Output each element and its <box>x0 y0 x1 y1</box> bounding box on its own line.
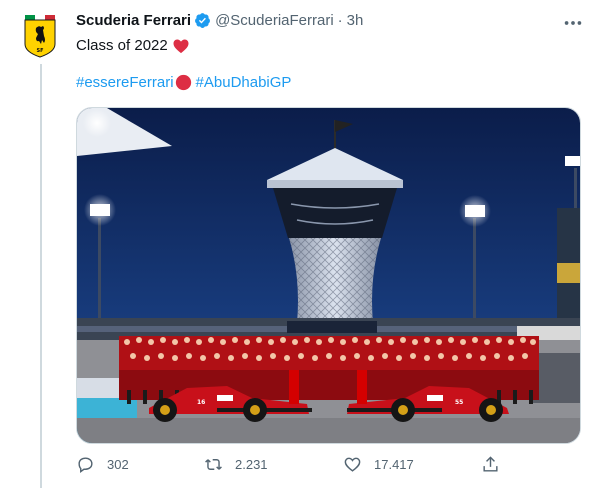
hashtags: #essereFerrari #AbuDhabiGP <box>76 74 291 91</box>
retweet-icon <box>205 459 222 470</box>
tweet-header: Scuderia Ferrari @ScuderiaFerrari · 3h <box>76 12 363 29</box>
tweet-body: Class of 2022 <box>76 37 168 54</box>
like-button[interactable]: 17.417 <box>343 455 414 474</box>
hashtag-essereferrari[interactable]: #essereFerrari <box>76 74 174 91</box>
retweet-button[interactable]: 2.231 <box>204 455 268 474</box>
share-icon <box>483 456 498 472</box>
team-photo-illustration: 16 55 <box>77 108 580 443</box>
separator-dot: · <box>337 12 343 29</box>
hashtag-abudhabigp[interactable]: #AbuDhabiGP <box>196 74 292 91</box>
verified-badge-icon <box>195 13 210 28</box>
reply-count: 302 <box>107 457 129 472</box>
retweet-count: 2.231 <box>235 457 268 472</box>
ferrari-shield-icon: SF <box>24 15 56 58</box>
tweet-photo[interactable]: 16 55 <box>76 107 581 444</box>
reply-icon <box>78 457 93 474</box>
more-options-icon[interactable] <box>562 12 584 34</box>
timestamp[interactable]: 3h <box>347 12 364 29</box>
red-circle-icon <box>175 74 191 91</box>
like-count: 17.417 <box>374 457 414 472</box>
car-number-left: 16 <box>197 399 205 406</box>
thread-line <box>40 64 42 488</box>
tweet-text: Class of 2022 <box>76 36 190 56</box>
like-heart-icon <box>344 457 361 472</box>
author-name[interactable]: Scuderia Ferrari <box>76 12 191 29</box>
avatar[interactable]: SF <box>24 14 56 58</box>
share-button[interactable] <box>481 455 512 474</box>
reply-button[interactable]: 302 <box>76 455 129 474</box>
red-heart-icon <box>173 39 189 54</box>
svg-text:SF: SF <box>36 48 43 54</box>
driver-left <box>289 370 299 404</box>
tweet-actions: 302 2.231 17.417 <box>76 455 506 479</box>
car-number-right: 55 <box>455 399 463 406</box>
author-handle[interactable]: @ScuderiaFerrari <box>215 12 334 29</box>
driver-right <box>357 370 367 404</box>
